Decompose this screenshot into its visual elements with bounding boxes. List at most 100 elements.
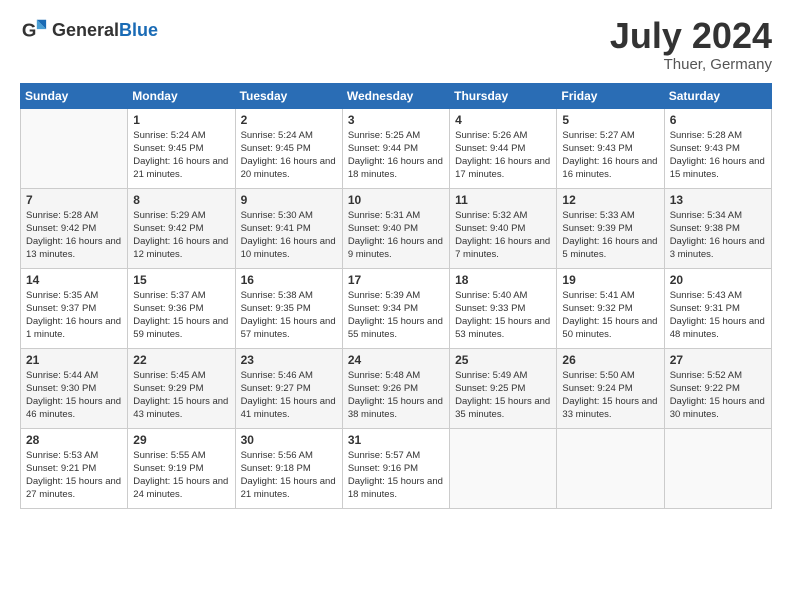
logo: G General Blue (20, 16, 158, 44)
day-number: 7 (26, 193, 122, 207)
day-info: Sunrise: 5:26 AMSunset: 9:44 PMDaylight:… (455, 129, 551, 182)
calendar-week-4: 21 Sunrise: 5:44 AMSunset: 9:30 PMDayligh… (21, 348, 772, 428)
day-number: 15 (133, 273, 229, 287)
table-row (664, 428, 771, 508)
table-row (557, 428, 664, 508)
day-info: Sunrise: 5:48 AMSunset: 9:26 PMDaylight:… (348, 369, 444, 422)
day-info: Sunrise: 5:39 AMSunset: 9:34 PMDaylight:… (348, 289, 444, 342)
day-info: Sunrise: 5:56 AMSunset: 9:18 PMDaylight:… (241, 449, 337, 502)
day-number: 9 (241, 193, 337, 207)
day-info: Sunrise: 5:57 AMSunset: 9:16 PMDaylight:… (348, 449, 444, 502)
day-number: 10 (348, 193, 444, 207)
logo-general: General (52, 20, 119, 41)
day-number: 2 (241, 113, 337, 127)
table-row: 28Sunrise: 5:53 AMSunset: 9:21 PMDayligh… (21, 428, 128, 508)
day-info: Sunrise: 5:32 AMSunset: 9:40 PMDaylight:… (455, 209, 551, 262)
logo-icon: G (20, 16, 48, 44)
day-number: 18 (455, 273, 551, 287)
day-info: Sunrise: 5:38 AMSunset: 9:35 PMDaylight:… (241, 289, 337, 342)
day-number: 4 (455, 113, 551, 127)
table-row: 26 Sunrise: 5:50 AMSunset: 9:24 PMDayligh… (557, 348, 664, 428)
logo-text-block: General Blue (52, 20, 158, 41)
table-row: 12Sunrise: 5:33 AMSunset: 9:39 PMDayligh… (557, 188, 664, 268)
day-info: Sunrise: 5:50 AMSunset: 9:24 PMDaylight:… (562, 369, 658, 422)
col-wednesday: Wednesday (342, 83, 449, 108)
day-number: 14 (26, 273, 122, 287)
logo-blue: Blue (119, 20, 158, 41)
day-number: 23 (241, 353, 337, 367)
table-row: 6 Sunrise: 5:28 AMSunset: 9:43 PMDaylight… (664, 108, 771, 188)
day-number: 1 (133, 113, 229, 127)
day-number: 12 (562, 193, 658, 207)
day-number: 26 (562, 353, 658, 367)
day-number: 11 (455, 193, 551, 207)
table-row (450, 428, 557, 508)
day-info: Sunrise: 5:29 AMSunset: 9:42 PMDaylight:… (133, 209, 229, 262)
table-row: 23Sunrise: 5:46 AMSunset: 9:27 PMDayligh… (235, 348, 342, 428)
calendar-table: Sunday Monday Tuesday Wednesday Thursday… (20, 83, 772, 509)
table-row (21, 108, 128, 188)
col-saturday: Saturday (664, 83, 771, 108)
day-info: Sunrise: 5:24 AMSunset: 9:45 PMDaylight:… (133, 129, 229, 182)
day-number: 22 (133, 353, 229, 367)
title-block: July 2024 Thuer, Germany (610, 16, 772, 73)
day-info: Sunrise: 5:49 AMSunset: 9:25 PMDaylight:… (455, 369, 551, 422)
table-row: 11 Sunrise: 5:32 AMSunset: 9:40 PMDayligh… (450, 188, 557, 268)
col-friday: Friday (557, 83, 664, 108)
day-info: Sunrise: 5:37 AMSunset: 9:36 PMDaylight:… (133, 289, 229, 342)
day-number: 5 (562, 113, 658, 127)
col-thursday: Thursday (450, 83, 557, 108)
day-number: 31 (348, 433, 444, 447)
table-row: 4 Sunrise: 5:26 AMSunset: 9:44 PMDaylight… (450, 108, 557, 188)
table-row: 9Sunrise: 5:30 AMSunset: 9:41 PMDaylight… (235, 188, 342, 268)
day-info: Sunrise: 5:52 AMSunset: 9:22 PMDaylight:… (670, 369, 766, 422)
table-row: 13 Sunrise: 5:34 AMSunset: 9:38 PMDayligh… (664, 188, 771, 268)
table-row: 18Sunrise: 5:40 AMSunset: 9:33 PMDayligh… (450, 268, 557, 348)
day-info: Sunrise: 5:53 AMSunset: 9:21 PMDaylight:… (26, 449, 122, 502)
table-row: 3 Sunrise: 5:25 AMSunset: 9:44 PMDaylight… (342, 108, 449, 188)
day-info: Sunrise: 5:34 AMSunset: 9:38 PMDaylight:… (670, 209, 766, 262)
col-sunday: Sunday (21, 83, 128, 108)
header: G General Blue July 2024 Thuer, Germany (20, 16, 772, 73)
day-number: 8 (133, 193, 229, 207)
table-row: 22 Sunrise: 5:45 AMSunset: 9:29 PMDayligh… (128, 348, 235, 428)
day-number: 21 (26, 353, 122, 367)
day-number: 19 (562, 273, 658, 287)
table-row: 10 Sunrise: 5:31 AMSunset: 9:40 PMDayligh… (342, 188, 449, 268)
day-info: Sunrise: 5:27 AMSunset: 9:43 PMDaylight:… (562, 129, 658, 182)
day-number: 3 (348, 113, 444, 127)
day-info: Sunrise: 5:25 AMSunset: 9:44 PMDaylight:… (348, 129, 444, 182)
col-monday: Monday (128, 83, 235, 108)
table-row: 31 Sunrise: 5:57 AMSunset: 9:16 PMDayligh… (342, 428, 449, 508)
day-number: 13 (670, 193, 766, 207)
day-number: 17 (348, 273, 444, 287)
day-info: Sunrise: 5:28 AMSunset: 9:43 PMDaylight:… (670, 129, 766, 182)
location: Thuer, Germany (610, 56, 772, 73)
table-row: 20Sunrise: 5:43 AMSunset: 9:31 PMDayligh… (664, 268, 771, 348)
table-row: 21 Sunrise: 5:44 AMSunset: 9:30 PMDayligh… (21, 348, 128, 428)
col-tuesday: Tuesday (235, 83, 342, 108)
day-info: Sunrise: 5:45 AMSunset: 9:29 PMDaylight:… (133, 369, 229, 422)
table-row: 5 Sunrise: 5:27 AMSunset: 9:43 PMDaylight… (557, 108, 664, 188)
calendar-week-3: 14Sunrise: 5:35 AMSunset: 9:37 PMDayligh… (21, 268, 772, 348)
svg-text:G: G (22, 20, 37, 41)
day-number: 30 (241, 433, 337, 447)
day-number: 16 (241, 273, 337, 287)
calendar-week-2: 7 Sunrise: 5:28 AMSunset: 9:42 PMDaylight… (21, 188, 772, 268)
day-number: 25 (455, 353, 551, 367)
day-info: Sunrise: 5:41 AMSunset: 9:32 PMDaylight:… (562, 289, 658, 342)
table-row: 24Sunrise: 5:48 AMSunset: 9:26 PMDayligh… (342, 348, 449, 428)
table-row: 1 Sunrise: 5:24 AMSunset: 9:45 PMDaylight… (128, 108, 235, 188)
day-number: 29 (133, 433, 229, 447)
table-row: 7 Sunrise: 5:28 AMSunset: 9:42 PMDaylight… (21, 188, 128, 268)
table-row: 17 Sunrise: 5:39 AMSunset: 9:34 PMDayligh… (342, 268, 449, 348)
table-row: 30 Sunrise: 5:56 AMSunset: 9:18 PMDayligh… (235, 428, 342, 508)
table-row: 27Sunrise: 5:52 AMSunset: 9:22 PMDayligh… (664, 348, 771, 428)
day-info: Sunrise: 5:28 AMSunset: 9:42 PMDaylight:… (26, 209, 122, 262)
table-row: 19 Sunrise: 5:41 AMSunset: 9:32 PMDayligh… (557, 268, 664, 348)
table-row: 16 Sunrise: 5:38 AMSunset: 9:35 PMDayligh… (235, 268, 342, 348)
day-number: 6 (670, 113, 766, 127)
day-info: Sunrise: 5:44 AMSunset: 9:30 PMDaylight:… (26, 369, 122, 422)
month-year: July 2024 (610, 16, 772, 56)
day-info: Sunrise: 5:31 AMSunset: 9:40 PMDaylight:… (348, 209, 444, 262)
